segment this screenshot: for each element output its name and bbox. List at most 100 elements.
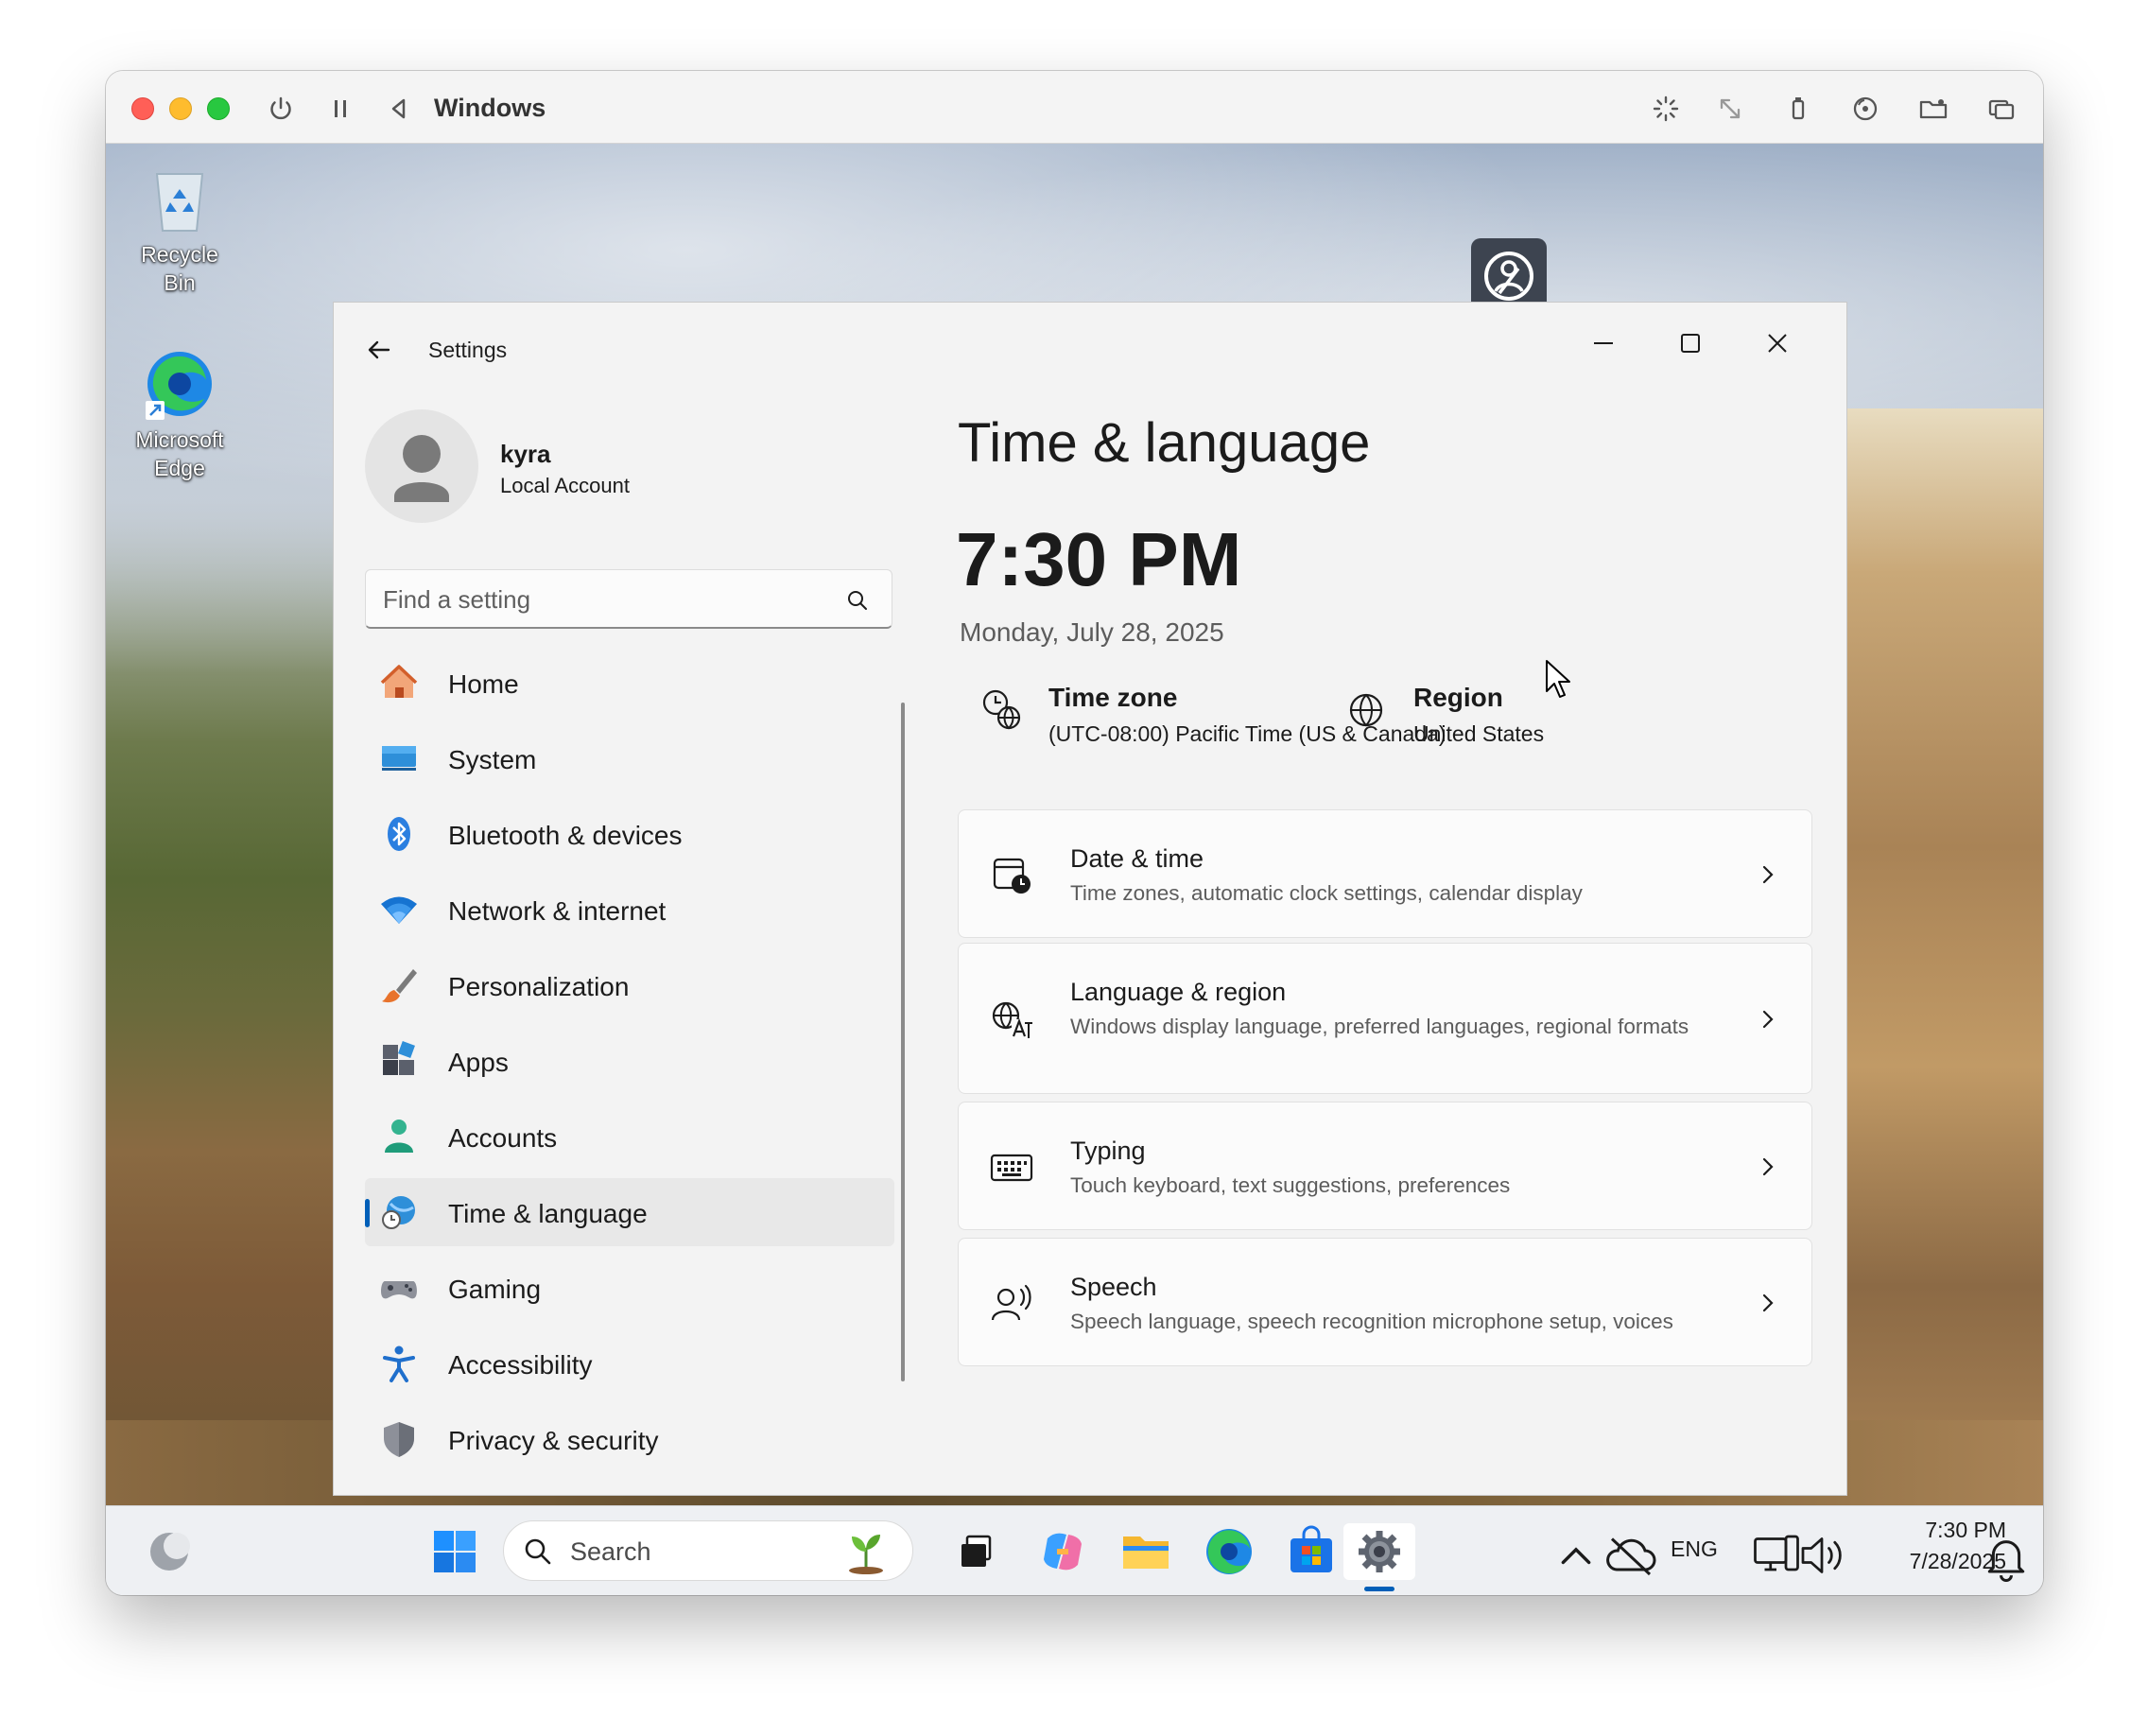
person-icon [394,435,449,502]
nav-item-gaming[interactable]: Gaming [365,1254,894,1322]
nav-scrollbar[interactable] [901,703,905,1381]
chevron-right-icon [1757,1155,1779,1178]
brush-icon [379,965,419,1005]
pause-icon[interactable] [323,92,357,126]
edge-taskbar-button[interactable] [1201,1523,1257,1580]
nav-item-home[interactable]: Home [365,649,894,717]
windows-logo-icon [434,1531,476,1572]
nav-label: Gaming [448,1275,542,1304]
widgets-button[interactable] [141,1523,198,1580]
disc-icon[interactable] [1848,92,1882,126]
nav-item-network[interactable]: Network & internet [365,876,894,944]
card-title: Date & time [1070,844,1204,873]
nav-label: Apps [448,1048,509,1077]
back-triangle-icon[interactable] [382,92,416,126]
back-button[interactable] [360,331,398,369]
start-button[interactable] [426,1523,483,1580]
usb-icon[interactable] [1781,92,1815,126]
card-language-region[interactable]: Language & region Windows display langua… [958,943,1812,1094]
network-button[interactable] [1748,1527,1799,1572]
card-date-time[interactable]: Date & time Time zones, automatic clock … [958,809,1812,938]
desktop: Recycle Bin Microsoft Edge Settings kyra… [106,144,2043,1505]
nav-item-bluetooth[interactable]: Bluetooth & devices [365,800,894,868]
sprout-icon [849,1535,883,1574]
power-icon[interactable] [264,92,298,126]
page-title: Time & language [958,412,1371,474]
input-language[interactable]: ENG [1671,1536,1718,1562]
nav-label: Privacy & security [448,1426,659,1455]
settings-taskbar-button[interactable] [1343,1523,1415,1580]
zoom-window-button[interactable] [207,97,230,120]
nav-label: Home [448,669,519,699]
desktop-icon-edge[interactable]: Microsoft Edge [123,346,236,482]
volume-button[interactable] [1793,1527,1842,1573]
minimize-window-button[interactable] [169,97,192,120]
globe-icon [1342,686,1390,734]
show-hidden-icons-button[interactable] [1548,1529,1591,1571]
nav-item-accessibility[interactable]: Accessibility [365,1329,894,1397]
task-view-button[interactable] [950,1523,1007,1580]
window-title: Settings [428,338,508,362]
nav-item-apps[interactable]: Apps [365,1027,894,1095]
gear-icon [1359,1531,1400,1572]
notifications-button[interactable] [1978,1529,2025,1582]
nav-item-personalization[interactable]: Personalization [365,951,894,1019]
resize-icon[interactable] [1713,92,1747,126]
close-icon [1768,334,1787,353]
desktop-building [1835,408,2043,1505]
settings-window: Settings kyra Local Account Find a setti… [333,302,1847,1496]
system-icon [379,738,419,778]
brightness-icon[interactable] [1649,92,1683,126]
copilot-button[interactable] [1034,1523,1091,1580]
card-title: Typing [1070,1137,1146,1165]
nav-item-accounts[interactable]: Accounts [365,1102,894,1171]
avatar[interactable] [365,409,478,523]
onedrive-button[interactable] [1602,1527,1656,1576]
nav-item-time-language[interactable]: Time & language [365,1178,894,1246]
card-subtitle: Time zones, automatic clock settings, ca… [1070,881,1583,905]
settings-nav: Home System Bluetooth & devices Network … [365,649,894,1481]
nav-label: Accessibility [448,1350,593,1380]
close-button[interactable] [1749,320,1806,367]
region-value: United States [1413,721,1545,746]
card-typing[interactable]: Typing Touch keyboard, text suggestions,… [958,1102,1812,1230]
chevron-right-icon [1757,1292,1779,1314]
weather-moon-icon [150,1533,190,1571]
nav-label: Bluetooth & devices [448,821,683,850]
desktop-icon-recycle-bin[interactable]: Recycle Bin [123,161,236,297]
mouse-cursor-icon [1546,660,1570,698]
minimize-button[interactable] [1575,320,1632,367]
desktop-icon-label: Microsoft Edge [135,427,224,480]
windows-overlap-icon[interactable] [1984,92,2018,126]
region-label: Region [1413,683,1503,712]
file-explorer-button[interactable] [1117,1523,1174,1580]
cloud-off-icon [1606,1537,1656,1576]
chevron-right-icon [1757,863,1779,886]
search-input[interactable] [383,583,837,616]
bluetooth-icon [379,814,419,854]
taskbar-search[interactable]: Search [503,1520,913,1581]
settings-search[interactable] [365,569,892,629]
vm-titlebar: Windows [106,71,2043,144]
recycle-bin-icon [142,161,217,236]
card-subtitle: Windows display language, preferred lang… [1070,1015,1689,1038]
store-button[interactable] [1283,1523,1340,1580]
nav-item-system[interactable]: System [365,724,894,792]
active-app-indicator [1364,1587,1394,1591]
close-window-button[interactable] [131,97,154,120]
minimize-icon [1594,342,1613,344]
calendar-clock-icon [989,852,1034,897]
nav-item-privacy[interactable]: Privacy & security [365,1405,894,1473]
shared-folder-icon[interactable] [1916,92,1950,126]
vm-title: Windows [434,94,546,122]
current-date: Monday, July 28, 2025 [960,617,1224,647]
card-speech[interactable]: Speech Speech language, speech recogniti… [958,1238,1812,1366]
search-icon[interactable] [844,587,871,614]
nav-label: Network & internet [448,896,667,926]
chevron-right-icon [1757,1008,1779,1031]
home-icon [379,663,419,703]
apps-icon [379,1041,419,1081]
maximize-button[interactable] [1662,320,1719,367]
card-subtitle: Touch keyboard, text suggestions, prefer… [1070,1173,1511,1197]
taskbar-search-label: Search [570,1537,651,1566]
